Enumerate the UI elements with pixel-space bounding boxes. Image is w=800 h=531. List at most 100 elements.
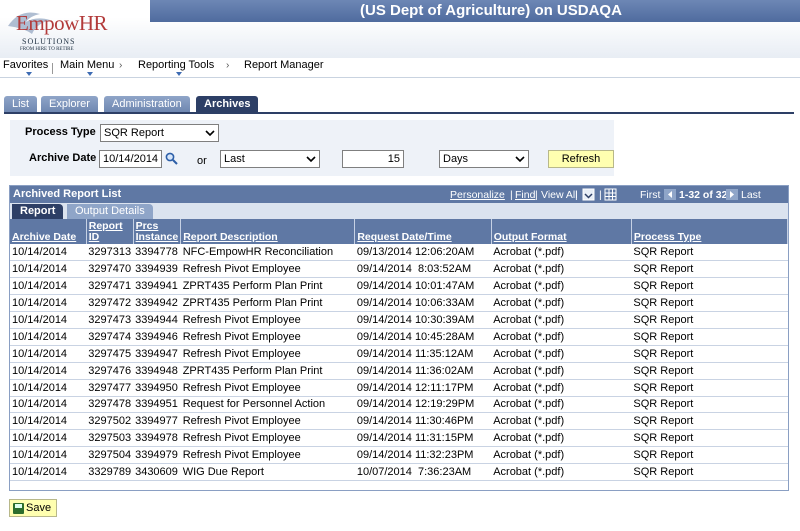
chevron-down-icon <box>306 156 316 163</box>
table-cell: SQR Report <box>631 362 788 380</box>
favorites-menu[interactable]: Favorites <box>3 59 48 76</box>
report-manager-link[interactable]: Report Manager <box>244 59 324 71</box>
table-cell[interactable]: Request for Personnel Action <box>180 396 355 414</box>
column-header[interactable]: Prcs Instance <box>133 219 182 244</box>
tab-administration[interactable]: Administration <box>104 96 190 112</box>
table-row[interactable]: 10/14/2014 3297313 3394778 NFC-EmpowHR Reco… <box>10 244 788 262</box>
table-row[interactable]: 10/14/2014 3297477 3394950 Refresh Pivot Em… <box>10 379 788 397</box>
table-cell[interactable]: NFC-EmpowHR Reconciliation <box>180 244 355 262</box>
tab-report[interactable]: Report <box>12 204 64 219</box>
table-cell[interactable]: Refresh Pivot Employee <box>180 345 355 363</box>
table-cell: 09/14/2014 12:11:17PM <box>354 379 492 397</box>
tab-output-details[interactable]: Output Details <box>67 204 153 219</box>
table-cell[interactable]: Refresh Pivot Employee <box>180 260 355 279</box>
personalize-link[interactable]: Personalize <box>450 189 505 201</box>
table-cell: Acrobat (*.pdf) <box>491 446 632 465</box>
find-link[interactable]: Find <box>515 189 535 201</box>
tab-explorer[interactable]: Explorer <box>41 96 98 112</box>
table-cell: SQR Report <box>631 260 788 279</box>
table-row[interactable]: 10/14/2014 3297478 3394951 Request for Pers… <box>10 396 788 414</box>
table-cell: 3297313 <box>86 244 134 262</box>
table-cell[interactable]: ZPRT435 Perform Plan Print <box>180 294 355 313</box>
table-cell: 3394951 <box>133 396 181 414</box>
grid-divider: | <box>535 189 538 201</box>
table-cell[interactable]: Refresh Pivot Employee <box>180 446 355 465</box>
tab-list[interactable]: List <box>4 96 38 112</box>
column-header[interactable]: Process Type <box>631 219 789 244</box>
grid-tab-strip: Report Output Details <box>10 203 788 219</box>
table-cell: SQR Report <box>631 429 788 448</box>
table-cell: Acrobat (*.pdf) <box>491 463 632 481</box>
table-cell[interactable]: Refresh Pivot Employee <box>180 429 355 448</box>
column-header[interactable]: Request Date/Time <box>354 219 492 244</box>
table-cell: 3394947 <box>133 345 181 363</box>
process-type-select[interactable]: SQR Report <box>100 124 219 142</box>
table-cell[interactable]: ZPRT435 Perform Plan Print <box>180 362 355 380</box>
reporting-tools-menu[interactable]: Reporting Tools <box>138 59 214 76</box>
process-type-label: Process Type <box>25 126 96 138</box>
empowhr-logo[interactable]: EmpowHR SOLUTIONS FROM HIRE TO RETIRE <box>6 4 156 56</box>
table-cell: 10/14/2014 <box>10 446 87 465</box>
time-unit-select[interactable]: Days <box>439 150 529 168</box>
previous-icon[interactable] <box>664 189 676 200</box>
first-link[interactable]: First <box>640 189 660 201</box>
table-row[interactable]: 10/14/2014 3297503 3394978 Refresh Pivot Em… <box>10 429 788 448</box>
table-cell: 3394778 <box>133 244 181 262</box>
table-row[interactable]: 10/14/2014 3297475 3394947 Refresh Pivot Em… <box>10 345 788 363</box>
grid-divider: | <box>575 189 578 201</box>
table-cell[interactable]: Refresh Pivot Employee <box>180 379 355 397</box>
table-cell: Acrobat (*.pdf) <box>491 260 632 279</box>
tab-archives[interactable]: Archives <box>196 96 259 112</box>
table-row[interactable]: 10/14/2014 3297502 3394977 Refresh Pivot Em… <box>10 412 788 431</box>
table-cell[interactable]: Refresh Pivot Employee <box>180 311 355 329</box>
archive-date-field[interactable]: 10/14/2014 <box>99 150 162 168</box>
view-all-link[interactable]: View All <box>541 189 578 201</box>
column-header[interactable]: Archive Date <box>10 219 87 244</box>
table-row[interactable]: 10/14/2014 3297473 3394944 Refresh Pivot Em… <box>10 311 788 329</box>
column-header[interactable]: Output Format <box>491 219 632 244</box>
archive-date-label: Archive Date <box>29 152 97 164</box>
table-cell[interactable]: ZPRT435 Perform Plan Print <box>180 277 355 296</box>
table-cell: Acrobat (*.pdf) <box>491 328 632 346</box>
save-button[interactable]: Save <box>9 499 57 517</box>
archived-report-grid: Archived Report List Personalize | Find … <box>9 185 789 491</box>
column-header[interactable]: Report Description <box>180 219 356 244</box>
table-cell: 10/14/2014 <box>10 379 87 397</box>
table-cell[interactable]: WIG Due Report <box>180 463 355 481</box>
table-cell: 3394946 <box>133 328 181 346</box>
lookup-search-icon[interactable] <box>165 152 178 165</box>
table-cell: SQR Report <box>631 446 788 465</box>
last-link[interactable]: Last <box>741 189 761 201</box>
refresh-button[interactable]: Refresh <box>548 150 614 168</box>
breadcrumb-arrow-icon: › <box>119 60 123 71</box>
main-menu[interactable]: Main Menu <box>60 59 114 76</box>
table-row[interactable]: 10/14/2014 3297472 3394942 ZPRT435 Perform … <box>10 294 788 313</box>
table-row[interactable]: 10/14/2014 3297476 3394948 ZPRT435 Perform … <box>10 362 788 380</box>
download-icon[interactable] <box>582 188 595 201</box>
table-cell: 09/14/2014 11:35:12AM <box>354 345 492 363</box>
process-type-value: SQR Report <box>104 127 164 139</box>
table-row[interactable]: 10/14/2014 3297504 3394979 Refresh Pivot Em… <box>10 446 788 465</box>
next-icon[interactable] <box>726 189 738 200</box>
table-cell[interactable]: Refresh Pivot Employee <box>180 412 355 431</box>
table-cell[interactable]: Refresh Pivot Employee <box>180 328 355 346</box>
table-cell: 3394978 <box>133 429 181 448</box>
period-select[interactable]: Last <box>220 150 320 168</box>
archived-report-table: Archive Date Report ID Prcs Instance Rep… <box>10 219 789 481</box>
table-cell: 3297475 <box>86 345 134 363</box>
table-cell: 3297478 <box>86 396 134 414</box>
table-cell: 3329789 <box>86 463 134 481</box>
table-row[interactable]: 10/14/2014 3297470 3394939 Refresh Pivot Em… <box>10 260 788 279</box>
table-cell: 3297503 <box>86 429 134 448</box>
table-cell: 3394979 <box>133 446 181 465</box>
table-row[interactable]: 10/14/2014 3297474 3394946 Refresh Pivot Em… <box>10 328 788 346</box>
table-row[interactable]: 10/14/2014 3297471 3394941 ZPRT435 Perform … <box>10 277 788 296</box>
period-value: Last <box>224 153 245 165</box>
column-header[interactable]: Report ID <box>86 219 134 244</box>
table-row[interactable]: 10/14/2014 3329789 3430609 WIG Due Report 10… <box>10 463 788 481</box>
days-count-field[interactable]: 15 <box>342 150 404 168</box>
or-label: or <box>197 155 207 167</box>
table-cell: 3297476 <box>86 362 134 380</box>
table-cell: SQR Report <box>631 379 788 397</box>
grid-view-icon[interactable] <box>604 188 617 201</box>
